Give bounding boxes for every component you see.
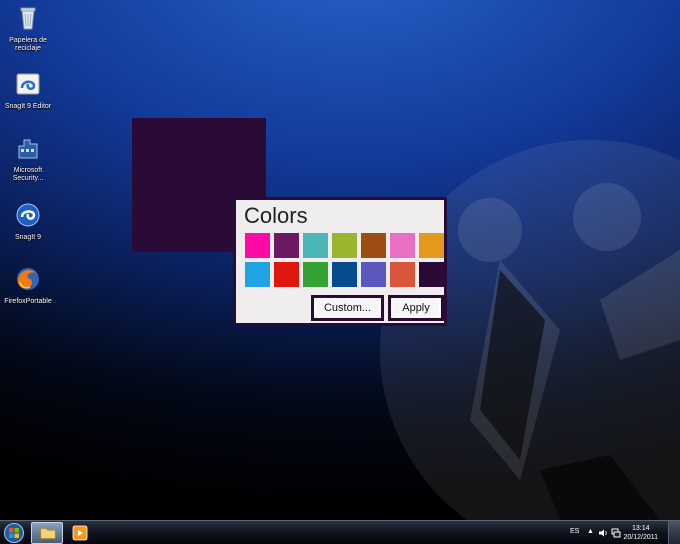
desktop-icon-firefox-portable[interactable]: FirefoxPortable: [0, 265, 56, 306]
snagit-icon: [16, 203, 40, 227]
desktop-icon-microsoft-security[interactable]: Microsoft Security...: [0, 134, 56, 183]
taskbar-media-player-button[interactable]: [67, 522, 93, 544]
recycle-bin-icon: [20, 7, 36, 30]
desktop-icon-label: SnagIt 9: [14, 234, 42, 241]
colors-dialog: Colors Custom... Apply: [233, 197, 447, 326]
language-indicator[interactable]: ES: [570, 528, 579, 535]
color-swatch[interactable]: [332, 233, 357, 258]
show-desktop-button[interactable]: [668, 521, 680, 544]
custom-color-button[interactable]: Custom...: [311, 295, 384, 321]
desktop-icon-label: Papelera de reciclaje: [9, 37, 47, 52]
volume-icon[interactable]: [598, 528, 608, 538]
color-swatch[interactable]: [361, 262, 386, 287]
clock-date: 20/12/2011: [623, 534, 658, 541]
color-swatch[interactable]: [245, 233, 270, 258]
folder-icon: [40, 528, 56, 539]
dialog-title: Colors: [244, 203, 308, 228]
color-swatch[interactable]: [303, 262, 328, 287]
media-player-icon: [72, 525, 88, 541]
color-swatch[interactable]: [245, 262, 270, 287]
desktop-icon-label: SnagIt 9 Editor: [4, 103, 52, 110]
desktop-icon-label: FirefoxPortable: [4, 298, 52, 305]
taskbar-explorer-button[interactable]: [31, 522, 63, 544]
desktop-icon-snagit[interactable]: SnagIt 9: [0, 201, 56, 242]
clock-time: 13:14: [631, 525, 650, 532]
microsoft-security-icon: [18, 139, 38, 159]
color-swatch[interactable]: [303, 233, 328, 258]
color-swatch[interactable]: [419, 262, 444, 287]
start-button-icon[interactable]: [4, 523, 24, 543]
firefox-icon: [17, 268, 39, 290]
desktop-icon-label: Microsoft Security...: [12, 167, 44, 182]
apply-button[interactable]: Apply: [388, 295, 444, 321]
taskbar: ES ▲ 13:14 20/12/2011: [0, 520, 680, 544]
color-swatch[interactable]: [390, 233, 415, 258]
show-hidden-icons-icon[interactable]: ▲: [587, 528, 594, 535]
snagit-editor-icon: [16, 73, 40, 95]
color-swatch[interactable]: [361, 233, 386, 258]
clock[interactable]: 13:14 20/12/2011: [623, 524, 658, 542]
desktop-icon-snagit-editor[interactable]: SnagIt 9 Editor: [0, 70, 56, 111]
color-swatch[interactable]: [419, 233, 444, 258]
color-swatch[interactable]: [390, 262, 415, 287]
desktop-icon-recycle-bin[interactable]: Papelera de reciclaje: [0, 4, 56, 53]
network-icon[interactable]: [611, 528, 621, 538]
color-swatch[interactable]: [332, 262, 357, 287]
color-swatch[interactable]: [274, 233, 299, 258]
color-swatch[interactable]: [274, 262, 299, 287]
